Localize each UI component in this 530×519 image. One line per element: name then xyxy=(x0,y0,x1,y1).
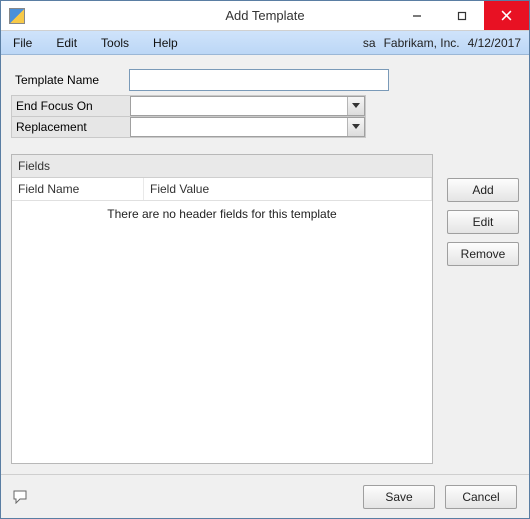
col-field-name[interactable]: Field Name xyxy=(12,178,144,200)
fields-grid[interactable]: There are no header fields for this temp… xyxy=(12,201,432,463)
content-area: Template Name End Focus On Replacement xyxy=(1,55,529,474)
replacement-combo[interactable] xyxy=(130,117,365,137)
mid-section: Fields Field Name Field Value There are … xyxy=(11,154,519,464)
session-date: 4/12/2017 xyxy=(468,36,521,50)
template-name-input[interactable] xyxy=(129,69,389,91)
window-controls xyxy=(394,1,529,30)
replacement-value xyxy=(131,120,347,134)
fields-empty-message: There are no header fields for this temp… xyxy=(12,201,432,221)
chevron-down-icon[interactable] xyxy=(347,97,364,115)
menu-file[interactable]: File xyxy=(1,31,44,54)
fields-columns: Field Name Field Value xyxy=(12,178,432,201)
row-end-focus: End Focus On xyxy=(11,95,366,117)
replacement-label: Replacement xyxy=(12,117,130,137)
end-focus-label: End Focus On xyxy=(12,96,130,116)
fields-side-buttons: Add Edit Remove xyxy=(447,154,519,464)
template-name-label: Template Name xyxy=(11,70,129,90)
footer: Save Cancel xyxy=(1,474,529,518)
remove-button[interactable]: Remove xyxy=(447,242,519,266)
row-template-name: Template Name xyxy=(11,69,519,91)
close-button[interactable] xyxy=(484,1,529,30)
maximize-button[interactable] xyxy=(439,1,484,30)
edit-button[interactable]: Edit xyxy=(447,210,519,234)
end-focus-value xyxy=(131,99,347,113)
end-focus-combo[interactable] xyxy=(130,96,365,116)
session-info: sa Fabrikam, Inc. 4/12/2017 xyxy=(355,31,529,54)
session-company: Fabrikam, Inc. xyxy=(384,36,460,50)
menu-help[interactable]: Help xyxy=(141,31,190,54)
chevron-down-icon[interactable] xyxy=(347,118,364,136)
menu-edit[interactable]: Edit xyxy=(44,31,89,54)
menu-tools[interactable]: Tools xyxy=(89,31,141,54)
app-icon xyxy=(9,8,25,24)
note-icon[interactable] xyxy=(13,490,31,504)
session-user: sa xyxy=(363,36,376,50)
cancel-button[interactable]: Cancel xyxy=(445,485,517,509)
titlebar: Add Template xyxy=(1,1,529,31)
row-replacement: Replacement xyxy=(11,117,366,138)
save-button[interactable]: Save xyxy=(363,485,435,509)
fields-panel-title: Fields xyxy=(12,155,432,178)
add-template-window: Add Template File Edit Tools Help sa Fab… xyxy=(0,0,530,519)
fields-panel: Fields Field Name Field Value There are … xyxy=(11,154,433,464)
add-button[interactable]: Add xyxy=(447,178,519,202)
menubar: File Edit Tools Help sa Fabrikam, Inc. 4… xyxy=(1,31,529,55)
col-field-value[interactable]: Field Value xyxy=(144,178,432,200)
minimize-button[interactable] xyxy=(394,1,439,30)
